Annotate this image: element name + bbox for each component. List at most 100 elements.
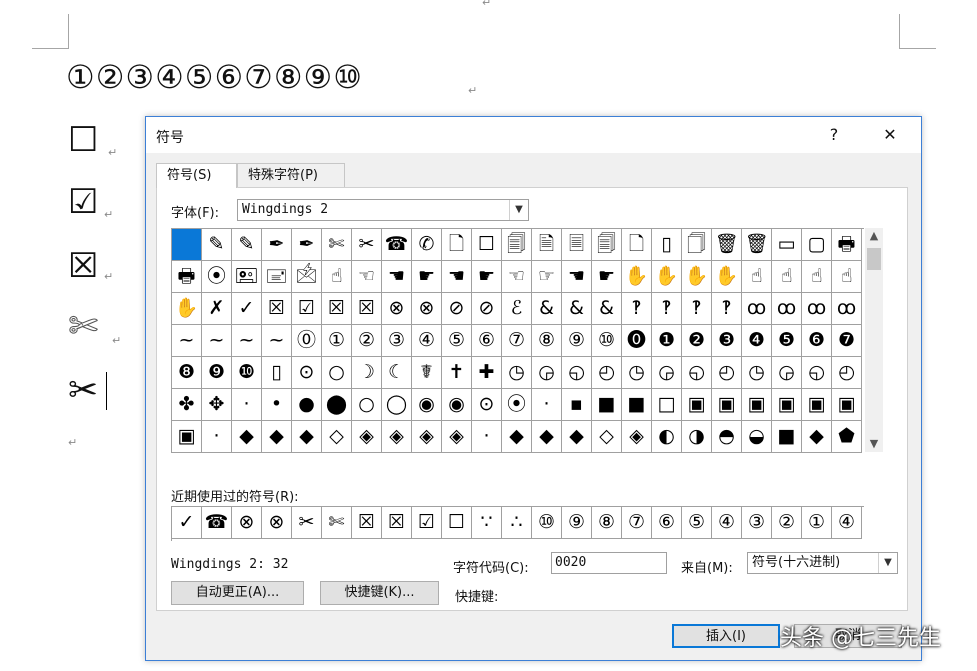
symbol-cell[interactable]: · (232, 389, 262, 421)
recent-symbol-cell[interactable]: ④ (712, 507, 742, 539)
from-select[interactable]: 符号(十六进制) ▼ (747, 552, 898, 574)
recent-symbol-cell[interactable]: ✂ (292, 507, 322, 539)
symbol-cell[interactable]: ◵ (682, 357, 712, 389)
close-icon[interactable]: ✕ (874, 123, 906, 147)
scrollbar-thumb[interactable] (867, 248, 881, 270)
scroll-down-icon[interactable]: ▼ (865, 436, 883, 452)
symbol-cell[interactable]: ◶ (532, 357, 562, 389)
recent-symbol-cell[interactable]: ⑨ (562, 507, 592, 539)
recent-symbol-cell[interactable]: ∴ (502, 507, 532, 539)
recent-symbol-cell[interactable]: ⑩ (532, 507, 562, 539)
symbol-cell[interactable]: ✋ (712, 261, 742, 293)
recent-symbol-cell[interactable]: ☒ (352, 507, 382, 539)
symbol-cell[interactable]: ⓿ (622, 325, 652, 357)
symbol-cell[interactable]: ◆ (262, 421, 292, 453)
symbol-cell-selected[interactable] (172, 229, 202, 261)
recent-symbol-cell[interactable]: ⊗ (232, 507, 262, 539)
symbol-cell[interactable]: ③ (382, 325, 412, 357)
symbol-cell[interactable]: 🖶 (172, 261, 202, 293)
symbol-cell[interactable]: ✓ (232, 293, 262, 325)
symbol-cell[interactable]: ꝏ (802, 293, 832, 325)
symbol-cell[interactable]: ◓ (712, 421, 742, 453)
symbol-cell[interactable]: ❷ (682, 325, 712, 357)
symbol-cell[interactable]: ‽ (652, 293, 682, 325)
symbol-cell[interactable]: ✎ (202, 229, 232, 261)
symbol-cell[interactable]: ⊙ (472, 389, 502, 421)
symbol-cell[interactable]: ✋ (682, 261, 712, 293)
symbol-cell[interactable]: 🖶 (832, 229, 862, 261)
symbol-cell[interactable]: ◷ (742, 357, 772, 389)
symbol-cell[interactable]: ◆ (502, 421, 532, 453)
tab-special-characters[interactable]: 特殊字符(P) (237, 163, 345, 187)
symbol-cell[interactable]: · (202, 421, 232, 453)
scissors-outline-symbol[interactable]: ✄ (68, 306, 98, 347)
symbol-cell[interactable]: ⑦ (502, 325, 532, 357)
symbol-cell[interactable]: ◉ (442, 389, 472, 421)
symbol-cell[interactable]: ☤ (412, 357, 442, 389)
dialog-titlebar[interactable]: 符号 ? ✕ (146, 117, 921, 153)
symbol-cell[interactable]: ⊗ (382, 293, 412, 325)
symbol-cell[interactable]: ⑩ (592, 325, 622, 357)
symbol-cell[interactable]: ⦿ (502, 389, 532, 421)
symbol-cell[interactable]: ~ (262, 325, 292, 357)
symbol-cell[interactable]: ✒ (292, 229, 322, 261)
symbol-cell[interactable]: ◈ (442, 421, 472, 453)
symbol-cell[interactable]: ❸ (712, 325, 742, 357)
symbol-cell[interactable]: ◯ (382, 389, 412, 421)
symbol-cell[interactable]: ☛ (472, 261, 502, 293)
symbol-cell[interactable]: ▯ (652, 229, 682, 261)
symbol-cell[interactable]: ① (322, 325, 352, 357)
symbol-cell[interactable]: ❿ (232, 357, 262, 389)
recent-symbol-cell[interactable]: ① (802, 507, 832, 539)
recent-symbol-cell[interactable]: ☑ (412, 507, 442, 539)
symbol-cell[interactable]: ☚ (562, 261, 592, 293)
symbol-cell[interactable]: ◆ (802, 421, 832, 453)
symbol-cell[interactable]: · (532, 389, 562, 421)
symbol-cell[interactable]: ☛ (412, 261, 442, 293)
symbol-cell[interactable]: ✎ (232, 229, 262, 261)
symbol-cell[interactable]: ❺ (772, 325, 802, 357)
recent-symbol-cell[interactable]: ✄ (322, 507, 352, 539)
symbol-cell[interactable]: ◈ (352, 421, 382, 453)
symbol-cell[interactable]: ⊙ (292, 357, 322, 389)
symbol-cell[interactable]: ◆ (562, 421, 592, 453)
symbol-cell[interactable]: 🖃 (262, 261, 292, 293)
symbol-cell[interactable]: ② (352, 325, 382, 357)
symbol-cell[interactable]: 🗐 (502, 229, 532, 261)
symbol-cell[interactable]: ❽ (172, 357, 202, 389)
recent-symbol-cell[interactable]: ⑧ (592, 507, 622, 539)
symbol-cell[interactable]: ☝ (742, 261, 772, 293)
symbol-cell[interactable]: ✋ (172, 293, 202, 325)
recent-symbol-cell[interactable]: ☎ (202, 507, 232, 539)
symbol-cell[interactable]: ◈ (382, 421, 412, 453)
symbol-cell[interactable]: ◇ (322, 421, 352, 453)
symbol-cell[interactable]: ✗ (202, 293, 232, 325)
symbol-cell[interactable]: ❶ (652, 325, 682, 357)
symbol-cell[interactable]: ▢ (802, 229, 832, 261)
recent-symbol-cell[interactable]: ☒ (382, 507, 412, 539)
checked-box-symbol[interactable]: ☑ (68, 182, 98, 222)
symbol-cell[interactable]: ◒ (742, 421, 772, 453)
symbol-cell[interactable]: ☒ (352, 293, 382, 325)
symbol-cell[interactable]: ☞ (532, 261, 562, 293)
symbol-cell[interactable]: ‽ (682, 293, 712, 325)
symbol-cell[interactable]: ◉ (412, 389, 442, 421)
symbol-cell[interactable]: ◐ (652, 421, 682, 453)
symbol-cell[interactable]: ☚ (442, 261, 472, 293)
recent-symbol-cell[interactable]: ☐ (442, 507, 472, 539)
symbol-cell[interactable]: ▯ (262, 357, 292, 389)
symbol-cell[interactable]: ■ (592, 389, 622, 421)
character-code-input[interactable]: 0020 (551, 552, 667, 574)
symbol-cell[interactable]: & (592, 293, 622, 325)
symbol-cell[interactable]: ◶ (772, 357, 802, 389)
symbol-cell[interactable]: ☐ (472, 229, 502, 261)
shortcut-key-button[interactable]: 快捷键(K)... (320, 581, 439, 605)
symbol-cell[interactable]: ☎ (382, 229, 412, 261)
symbol-cell[interactable]: ❹ (742, 325, 772, 357)
symbol-cell[interactable]: ✝ (442, 357, 472, 389)
symbol-cell[interactable]: ⊘ (442, 293, 472, 325)
symbol-cell[interactable]: 🖭 (232, 261, 262, 293)
symbol-cell[interactable]: ☽ (352, 357, 382, 389)
symbol-cell[interactable]: ‽ (622, 293, 652, 325)
recent-symbol-cell[interactable]: ④ (832, 507, 862, 539)
